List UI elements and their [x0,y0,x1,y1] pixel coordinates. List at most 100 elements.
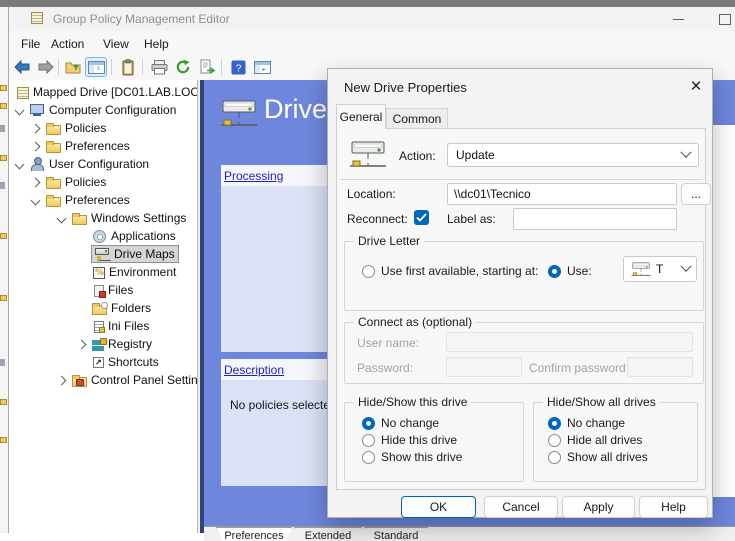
processing-band: Processing [221,165,339,186]
label-as-input[interactable] [513,208,677,230]
drive-small-icon [630,261,652,277]
background-window-edge [0,0,735,7]
drive-letter-select[interactable]: T [623,256,697,282]
tree-item-applications[interactable]: Applications [75,227,176,245]
help-icon[interactable]: ? [227,57,249,77]
chevron-right-icon[interactable] [31,177,41,187]
general-tab-page: Action: Update Location: ... Reconnect: … [336,128,706,490]
maximize-button[interactable] [705,7,735,31]
tree-item-windows-settings[interactable]: Windows Settings [55,209,186,227]
tree-item-control-panel-settings[interactable]: Control Panel Setting [55,371,198,389]
drive-header-icon [218,98,260,128]
tree-item-environment[interactable]: Environment [75,263,176,281]
tree-item-registry[interactable]: Registry [75,335,152,353]
close-icon[interactable]: × [684,75,708,99]
back-icon[interactable] [11,57,33,77]
tree-item-policies[interactable]: Policies [29,119,106,137]
chevron-right-icon[interactable] [77,339,87,349]
drive-maps-icon [95,247,110,261]
new-window-icon[interactable] [251,57,273,77]
tab-preferences[interactable]: Preferences [216,527,292,541]
chevron-right-icon[interactable] [57,375,67,385]
radio-use-first-available[interactable]: Use first available, starting at: [362,264,538,278]
reconnect-checkbox[interactable] [414,210,429,225]
minimize-button[interactable] [658,7,698,31]
up-one-level-icon[interactable] [62,57,84,77]
registry-icon [92,340,104,351]
radio-checked-icon [548,417,561,430]
minimize-icon [673,19,684,20]
folder-icon [46,143,61,153]
hide-show-this-drive-group: Hide/Show this drive No change Hide this… [344,402,524,482]
hide-show-all-drives-group: Hide/Show all drives No change Hide all … [533,402,698,482]
tab-standard[interactable]: Standard [364,527,428,541]
processing-link[interactable]: Processing [224,169,283,183]
radio-show-this-drive[interactable]: Show this drive [362,450,462,464]
menu-action[interactable]: Action [47,35,88,53]
apply-button[interactable]: Apply [562,496,635,518]
dialog-title: New Drive Properties [344,80,467,95]
folder-icon [46,125,61,135]
chevron-right-icon[interactable] [31,123,41,133]
show-console-tree-icon[interactable] [85,57,107,77]
check-icon [416,213,427,222]
tree-item-user-configuration[interactable]: User Configuration [13,155,149,173]
chevron-down-icon[interactable] [15,105,25,115]
folder-icon [72,215,87,225]
refresh-icon[interactable] [172,57,194,77]
radio-hide-this-drive[interactable]: Hide this drive [362,433,457,447]
location-input[interactable] [447,183,677,205]
tree-item-folders[interactable]: Folders [75,299,151,317]
radio-icon [362,434,375,447]
chevron-down-icon[interactable] [57,213,67,223]
chevron-down-icon[interactable] [15,159,25,169]
radio-icon [362,451,375,464]
chevron-right-icon[interactable] [31,141,41,151]
chevron-down-icon[interactable] [31,195,41,205]
export-list-icon[interactable] [196,57,218,77]
radio-show-all-drives[interactable]: Show all drives [548,450,648,464]
tab-extended[interactable]: Extended [294,527,362,541]
password-input[interactable] [446,357,522,377]
description-link[interactable]: Description [224,363,284,377]
ok-button[interactable]: OK [401,496,476,518]
tree-item-drive-maps[interactable]: Drive Maps [75,245,178,263]
browse-button[interactable]: ... [681,183,711,205]
environment-icon [93,267,105,279]
drive-letter-group-title: Drive Letter [354,234,424,248]
tree-item-ini-files[interactable]: Ini Files [75,317,149,335]
tree-item-user-policies[interactable]: Policies [29,173,106,191]
computer-icon [30,103,45,117]
tree-item-files[interactable]: Files [75,281,133,299]
tab-general[interactable]: General [336,104,386,129]
drive-letter-value: T [656,262,663,276]
print-icon[interactable] [148,57,170,77]
tree-item-shortcuts[interactable]: Shortcuts [75,353,159,371]
forward-icon[interactable] [35,57,57,77]
console-tree: Mapped Drive [DC01.LAB.LOCA Computer Con… [9,80,198,533]
tab-common[interactable]: Common [386,108,448,129]
tree-item-user-preferences[interactable]: Preferences [29,191,130,209]
radio-all-no-change[interactable]: No change [548,416,625,430]
menu-bar: File Action View Help [9,31,735,55]
cancel-button[interactable]: Cancel [484,496,558,518]
help-button[interactable]: Help [639,496,708,518]
menu-help[interactable]: Help [140,35,173,53]
radio-hide-all-drives[interactable]: Hide all drives [548,433,642,447]
tree-item-preferences[interactable]: Preferences [29,137,130,155]
radio-this-no-change[interactable]: No change [362,416,439,430]
folder-icon [46,197,61,207]
hide-show-all-drives-title: Hide/Show all drives [543,395,660,409]
tree-item-computer-configuration[interactable]: Computer Configuration [13,101,176,119]
menu-view[interactable]: View [99,35,133,53]
radio-use[interactable]: Use: [548,264,592,278]
user-name-input[interactable] [446,332,693,352]
confirm-password-input[interactable] [627,357,693,377]
tree-item-root[interactable]: Mapped Drive [DC01.LAB.LOCA [17,83,198,101]
gpo-scroll-icon [17,87,29,99]
action-select[interactable]: Update [447,143,699,167]
clipboard-icon[interactable] [117,57,139,77]
menu-file[interactable]: File [17,35,44,53]
confirm-password-label: Confirm password: [529,361,629,375]
radio-icon [548,451,561,464]
